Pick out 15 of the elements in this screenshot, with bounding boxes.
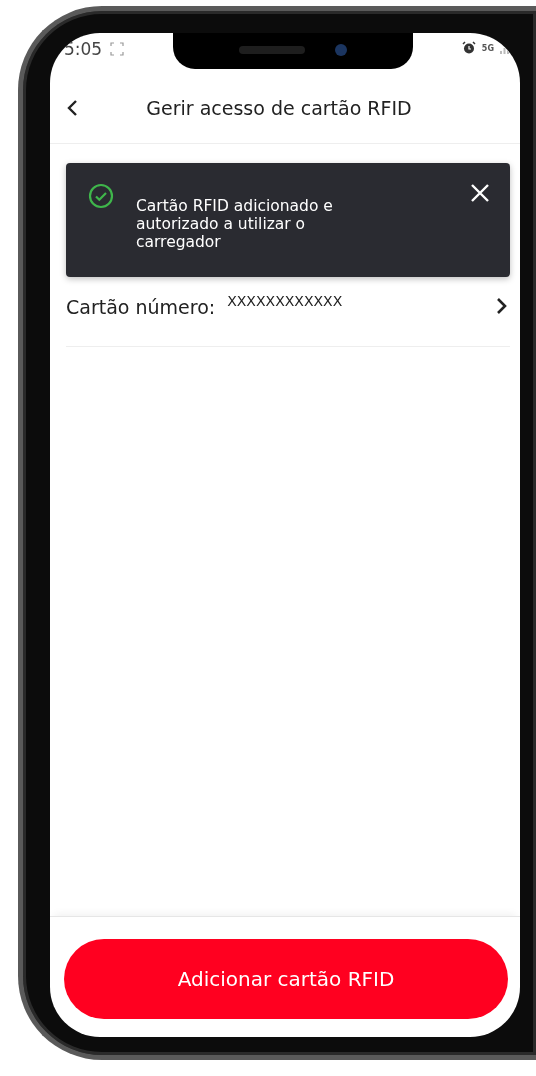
check-circle-icon <box>88 183 114 209</box>
back-icon <box>66 99 78 117</box>
network-label: 5G <box>481 43 494 53</box>
chevron-right-icon <box>496 297 508 315</box>
add-card-button[interactable]: Adicionar cartão RFID <box>64 939 508 1019</box>
close-button[interactable] <box>470 183 490 203</box>
page-title: Gerir acesso de cartão RFID <box>145 97 413 119</box>
screenshot-icon <box>110 42 125 56</box>
close-icon <box>470 183 490 203</box>
card-label: Cartão número: <box>66 296 216 318</box>
alarm-icon <box>461 41 476 55</box>
back-button[interactable] <box>66 99 78 117</box>
toast-message: Cartão RFID adicionado e autorizado a utilizar o carregador <box>136 197 334 251</box>
card-number: XXXXXXXXXXXX <box>227 293 344 309</box>
card-row[interactable]: Cartão número: XXXXXXXXXXXX <box>66 277 510 347</box>
